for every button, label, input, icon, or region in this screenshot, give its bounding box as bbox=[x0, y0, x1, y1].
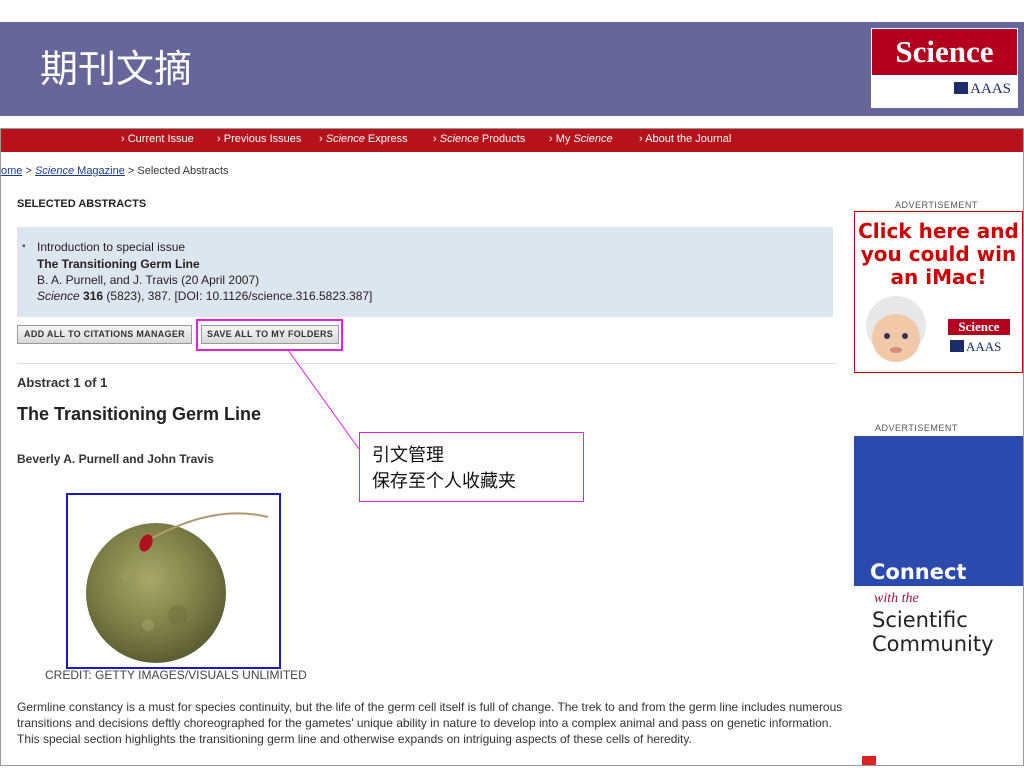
item-citation: Science 316 (5823), 387. [DOI: 10.1126/s… bbox=[37, 289, 373, 303]
connect-community-ad[interactable]: Connect with the Scientific Community bbox=[854, 436, 1023, 765]
figure-credit: CREDIT: GETTY IMAGES/VISUALS UNLIMITED bbox=[45, 668, 307, 682]
add-to-citations-manager-button[interactable]: ADD ALL TO CITATIONS MANAGER bbox=[17, 325, 192, 344]
selected-abstract-item: ▪ Introduction to special issue The Tran… bbox=[17, 227, 833, 317]
aaas-mark-icon bbox=[950, 340, 964, 352]
item-authors: B. A. Purnell, and J. Travis (20 April 2… bbox=[37, 273, 260, 287]
ad-connect-text: Connect bbox=[870, 560, 967, 584]
nav-previous-issues[interactable]: › Previous Issues bbox=[217, 133, 301, 145]
breadcrumb-magazine-link[interactable]: Science Magazine bbox=[35, 165, 125, 177]
save-button-highlight bbox=[196, 319, 343, 351]
abstract-authors: Beverly A. Purnell and John Travis bbox=[17, 452, 214, 466]
item-section: Introduction to special issue bbox=[37, 240, 186, 254]
nav-my-science[interactable]: › My Science bbox=[549, 133, 613, 145]
ad-red-mark bbox=[862, 756, 876, 765]
baby-einstein-icon bbox=[866, 296, 926, 362]
slide-title: 期刊文摘 bbox=[40, 47, 193, 91]
germ-cell-figure bbox=[66, 493, 281, 669]
breadcrumb-current: Selected Abstracts bbox=[137, 165, 229, 177]
aaas-mark-icon bbox=[954, 82, 969, 94]
bullet-icon: ▪ bbox=[22, 241, 26, 252]
imac-ad-banner[interactable]: Click here and you could win an iMac! Scie… bbox=[854, 211, 1023, 373]
top-nav-bar: › Current Issue › Previous Issues › Scie… bbox=[1, 129, 1023, 152]
nav-about-journal[interactable]: › About the Journal bbox=[639, 133, 731, 145]
divider bbox=[17, 363, 835, 364]
selected-abstracts-heading: SELECTED ABSTRACTS bbox=[17, 198, 147, 210]
ad-community-text: Scientific Community bbox=[872, 608, 994, 656]
ad-science-logo: Science bbox=[948, 319, 1010, 335]
breadcrumb: ome > Science Magazine > Selected Abstra… bbox=[1, 165, 229, 177]
science-logo: Science AAAS bbox=[871, 28, 1018, 108]
breadcrumb-home-link[interactable]: ome bbox=[1, 165, 22, 177]
callout-line-1: 引文管理 bbox=[372, 445, 444, 466]
callout-box: 引文管理 保存至个人收藏夹 bbox=[359, 432, 584, 502]
ad-label: ADVERTISEMENT bbox=[895, 200, 978, 210]
ad-label: ADVERTISEMENT bbox=[875, 423, 958, 433]
aaas-logo: AAAS bbox=[954, 81, 1011, 98]
abstract-count: Abstract 1 of 1 bbox=[17, 375, 108, 390]
nav-science-express[interactable]: › Science Express bbox=[319, 133, 408, 145]
item-title-link[interactable]: The Transitioning Germ Line bbox=[37, 257, 200, 271]
callout-line-2: 保存至个人收藏夹 bbox=[372, 471, 516, 492]
nav-current-issue[interactable]: › Current Issue bbox=[121, 133, 194, 145]
ad-message: Click here and you could win an iMac! bbox=[858, 219, 1019, 289]
germ-cell-image bbox=[86, 512, 269, 663]
science-wordmark: Science bbox=[872, 29, 1017, 75]
ad-with-text: with the bbox=[874, 591, 919, 606]
abstract-body: Germline constancy is a must for species… bbox=[17, 700, 843, 746]
nav-science-products[interactable]: › Science Products bbox=[433, 133, 525, 145]
abstract-title: The Transitioning Germ Line bbox=[17, 404, 262, 424]
ad-aaas-logo: AAAS bbox=[950, 339, 1001, 355]
